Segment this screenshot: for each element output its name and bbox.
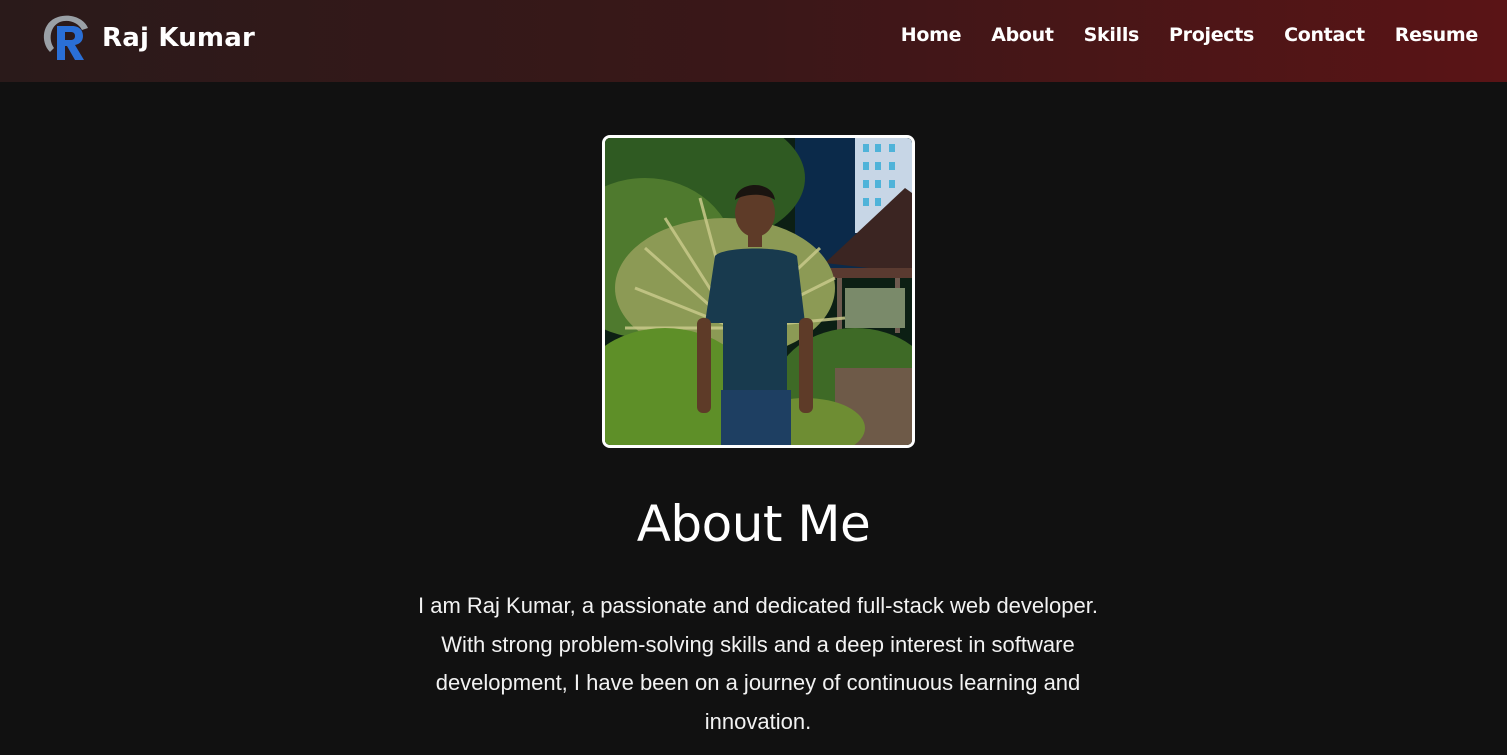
nav-link-skills[interactable]: Skills [1084, 24, 1140, 46]
nav-link-about[interactable]: About [991, 24, 1054, 46]
nav-item-home: Home [901, 24, 962, 46]
brand-link[interactable]: Raj Kumar [38, 12, 255, 64]
brand-name: Raj Kumar [102, 23, 255, 53]
nav-item-projects: Projects [1169, 24, 1254, 46]
nav-item-skills: Skills [1084, 24, 1140, 46]
nav-link-resume[interactable]: Resume [1395, 24, 1479, 46]
nav-link-projects[interactable]: Projects [1169, 24, 1254, 46]
profile-photo-image [605, 138, 912, 445]
r-logo-icon [43, 15, 88, 60]
nav-item-about: About [991, 24, 1054, 46]
profile-photo [602, 135, 915, 448]
navbar: Raj Kumar Home About Skills Projects Con… [0, 0, 1507, 82]
nav-link-contact[interactable]: Contact [1284, 24, 1365, 46]
about-title: About Me [636, 495, 871, 553]
nav-links: Home About Skills Projects Contact Resum… [901, 24, 1479, 46]
nav-link-home[interactable]: Home [901, 24, 962, 46]
nav-item-contact: Contact [1284, 24, 1365, 46]
nav-item-resume: Resume [1395, 24, 1479, 46]
about-description: I am Raj Kumar, a passionate and dedicat… [418, 593, 1098, 734]
